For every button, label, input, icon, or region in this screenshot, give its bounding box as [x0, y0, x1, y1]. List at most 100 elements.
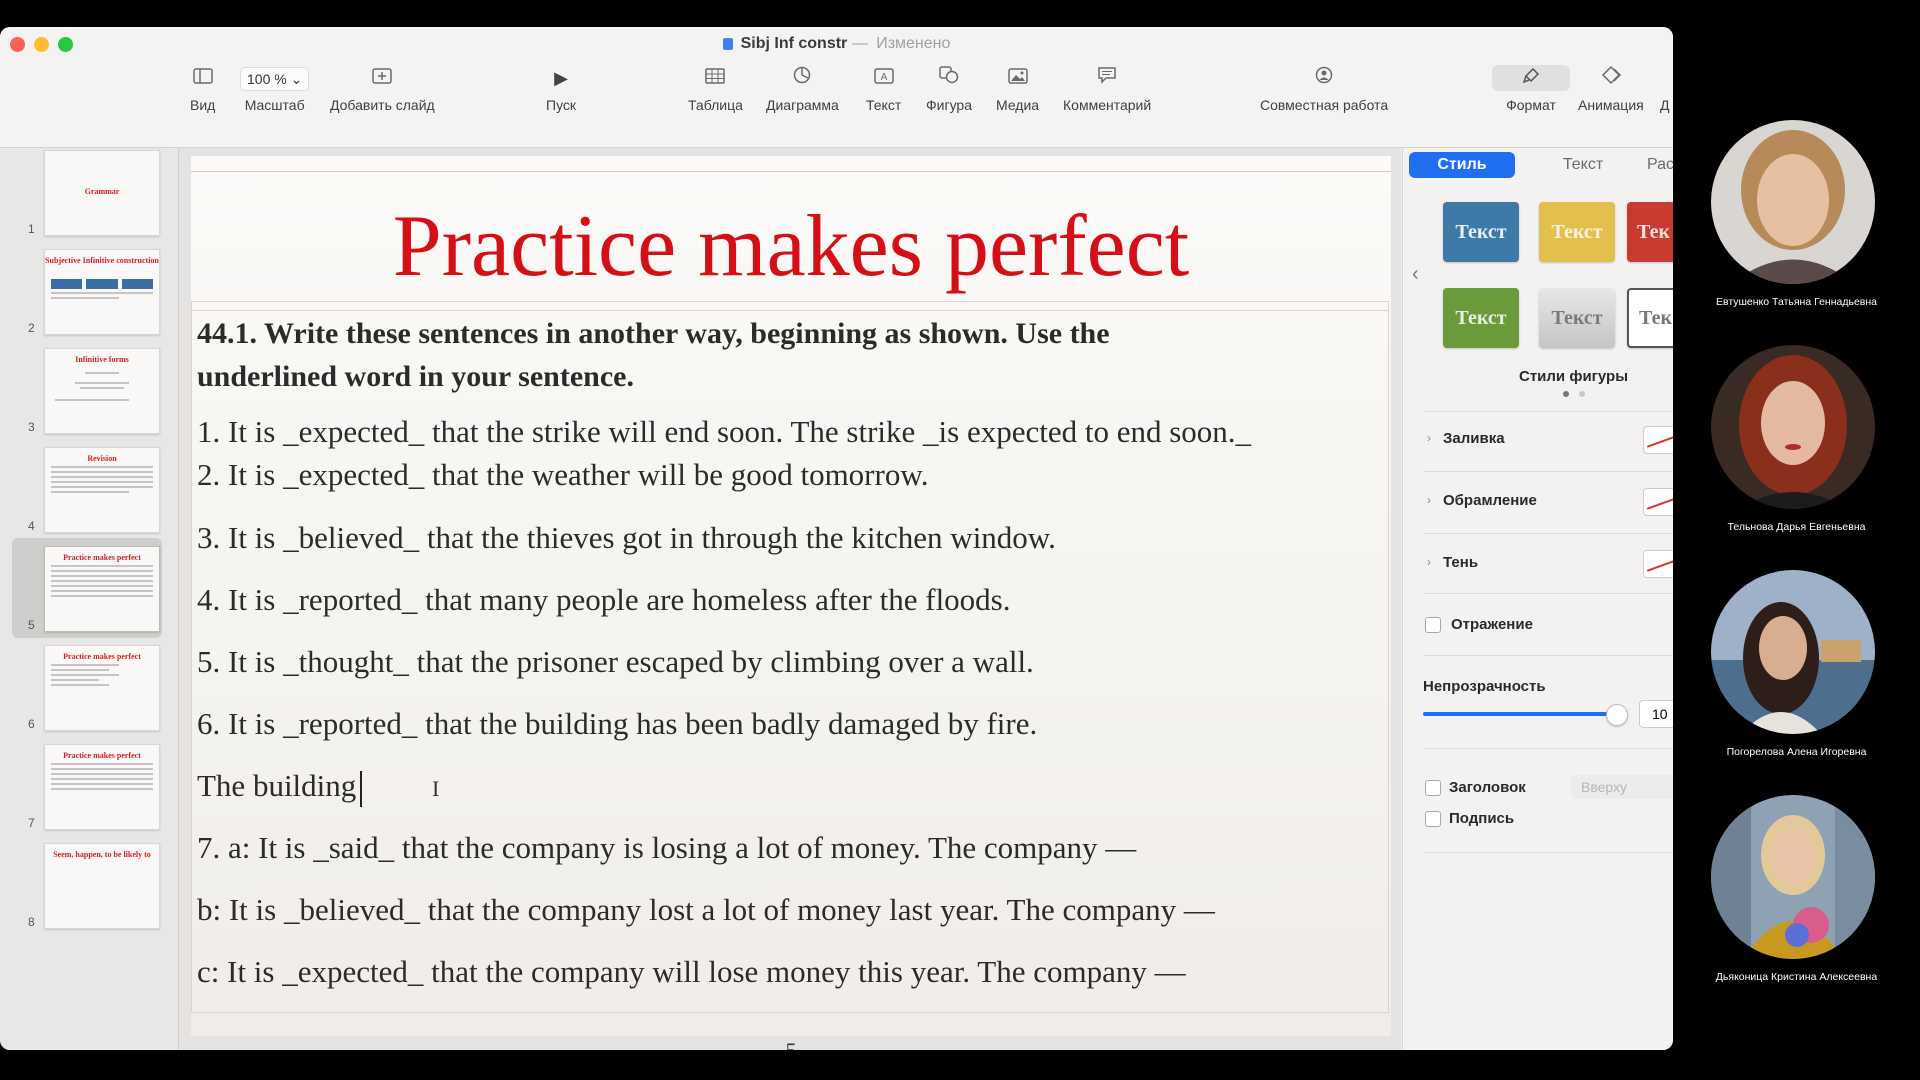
shape-style-green[interactable]: Текст — [1443, 288, 1519, 348]
view-button[interactable]: Вид — [190, 65, 215, 113]
format-button[interactable]: Формат — [1492, 65, 1570, 113]
title-checkbox[interactable] — [1425, 780, 1441, 796]
slide-number: 7 — [28, 816, 35, 830]
document-icon — [722, 37, 733, 50]
tab-text[interactable]: Текст — [1533, 152, 1633, 178]
document-button[interactable]: Д — [1660, 65, 1669, 113]
chevron-right-icon[interactable]: › — [1427, 555, 1431, 569]
slide-title[interactable]: Practice makes perfect — [191, 196, 1391, 297]
thumbnail-title: Subjective Infinitive construction — [45, 256, 159, 265]
sentence-7b: b: It is _believed_ that the company los… — [197, 892, 1215, 927]
shadow-label[interactable]: Тень — [1443, 554, 1478, 571]
add-slide-label: Добавить слайд — [330, 97, 435, 113]
title-position-select[interactable]: Вверху — [1571, 775, 1673, 799]
opacity-value-field[interactable]: 10 — [1639, 700, 1673, 728]
slide-number: 2 — [28, 321, 35, 335]
comment-button[interactable]: Комментарий — [1063, 65, 1151, 113]
slide-thumbnail-1[interactable]: Grammar — [44, 150, 160, 236]
fill-label[interactable]: Заливка — [1443, 430, 1505, 447]
divider — [1423, 852, 1673, 853]
divider — [1423, 533, 1673, 534]
fill-well[interactable] — [1643, 426, 1673, 454]
chart-icon — [766, 65, 839, 91]
media-icon — [996, 65, 1039, 91]
sentence-7c: c: It is _expected_ that the company wil… — [197, 954, 1186, 989]
opacity-slider-track[interactable] — [1423, 712, 1613, 716]
sentence-6: 6. It is _reported_ that the building ha… — [197, 706, 1038, 741]
table-label: Таблица — [688, 97, 743, 113]
divider — [1423, 593, 1673, 594]
page-dot[interactable] — [1579, 391, 1585, 397]
caption-checkbox[interactable] — [1425, 811, 1441, 827]
shape-styles-label: Стили фигуры — [1519, 368, 1629, 385]
media-button[interactable]: Медиа — [996, 65, 1039, 113]
table-icon — [688, 65, 743, 91]
divider — [1423, 655, 1673, 656]
slide-top-rule — [191, 171, 1391, 172]
chevron-down-icon: ⌄ — [290, 71, 303, 87]
format-inspector: Стиль Текст Расс Текст Текст Тек Текст Т… — [1402, 148, 1673, 1050]
collaborate-button[interactable]: Совместная работа — [1260, 65, 1388, 113]
chart-label: Диаграмма — [766, 97, 839, 113]
slide-thumbnail-8[interactable]: Seem, happen, to be likely to — [44, 843, 160, 929]
participant-video-1[interactable] — [1711, 120, 1875, 284]
titlebar: Sibj Inf constr — Изменено Вид 100 % ⌄ М… — [0, 27, 1673, 148]
table-button[interactable]: Таблица — [688, 65, 743, 113]
shape-style-red[interactable]: Тек — [1627, 202, 1673, 262]
video-participants-panel: Евтушенко Татьяна Геннадьевна Тельнова Д… — [1673, 0, 1920, 1080]
border-well[interactable] — [1643, 488, 1673, 516]
slide-thumbnail-2[interactable]: Subjective Infinitive construction — [44, 249, 160, 335]
slide-thumbnail-4[interactable]: Revision — [44, 447, 160, 533]
shape-button[interactable]: Фигура — [926, 65, 972, 113]
sentence-5: 5. It is _thought_ that the prisoner esc… — [197, 644, 1034, 679]
sentence-3: 3. It is _believed_ that the thieves got… — [197, 520, 1056, 555]
slide-thumbnail-6[interactable]: Practice makes perfect — [44, 645, 160, 731]
paintbrush-icon — [1492, 65, 1570, 91]
shape-style-blue[interactable]: Текст — [1443, 202, 1519, 262]
zoom-select[interactable]: 100 % ⌄ — [240, 67, 310, 91]
current-slide: Practice makes perfect 44.1. Write these… — [191, 156, 1391, 1036]
add-slide-button[interactable]: Добавить слайд — [330, 65, 435, 113]
shape-style-outline[interactable]: Тек — [1627, 288, 1673, 348]
chevron-left-icon[interactable]: ‹ — [1412, 263, 1419, 286]
reflection-checkbox[interactable] — [1425, 617, 1441, 633]
document-name: Sibj Inf constr — [740, 35, 848, 52]
tab-style[interactable]: Стиль — [1409, 152, 1515, 178]
opacity-slider-handle[interactable] — [1606, 704, 1628, 726]
slide-number: 8 — [28, 915, 35, 929]
shape-style-gray[interactable]: Текст — [1539, 288, 1615, 348]
window-title: Sibj Inf constr — Изменено — [0, 35, 1673, 53]
shadow-well[interactable] — [1643, 550, 1673, 578]
slide-thumbnail-5[interactable]: Practice makes perfect — [44, 546, 160, 632]
thumbnail-title: Seem, happen, to be likely to — [53, 850, 151, 859]
tab-arrange[interactable]: Расс — [1633, 152, 1673, 178]
view-label: Вид — [190, 97, 216, 113]
chart-button[interactable]: Диаграмма — [766, 65, 839, 113]
participant-video-4[interactable] — [1711, 795, 1875, 959]
play-label: Пуск — [546, 97, 577, 113]
chevron-right-icon[interactable]: › — [1427, 431, 1431, 445]
animate-button[interactable]: Анимация — [1578, 65, 1644, 113]
zoom-control[interactable]: 100 % ⌄ Масштаб — [240, 65, 310, 113]
slide-thumbnail-7[interactable]: Practice makes perfect — [44, 744, 160, 830]
shape-style-yellow[interactable]: Текст — [1539, 202, 1615, 262]
chevron-right-icon[interactable]: › — [1427, 493, 1431, 507]
participant-video-2[interactable] — [1711, 345, 1875, 509]
thumbnail-title: Practice makes perfect — [63, 751, 141, 760]
collaborate-icon — [1260, 65, 1388, 91]
slide-body-textbox[interactable]: 44.1. Write these sentences in another w… — [191, 301, 1389, 1013]
play-button[interactable]: ▶ Пуск — [546, 65, 576, 113]
answer-text: The building — [197, 768, 357, 803]
text-button[interactable]: A Текст — [866, 65, 901, 113]
slide-thumbnail-3[interactable]: Infinitive forms — [44, 348, 160, 434]
thumbnail-title: Practice makes perfect — [63, 652, 141, 661]
thumbnail-title: Practice makes perfect — [63, 553, 141, 562]
border-label[interactable]: Обрамление — [1443, 492, 1537, 509]
participant-video-3[interactable] — [1711, 570, 1875, 734]
slide-number: 1 — [28, 222, 35, 236]
slide-canvas: Practice makes perfect 44.1. Write these… — [179, 148, 1401, 1050]
divider — [1423, 411, 1673, 412]
shape-label: Фигура — [926, 97, 972, 113]
page-dot-active[interactable] — [1563, 391, 1569, 397]
title-separator: — — [851, 35, 868, 52]
